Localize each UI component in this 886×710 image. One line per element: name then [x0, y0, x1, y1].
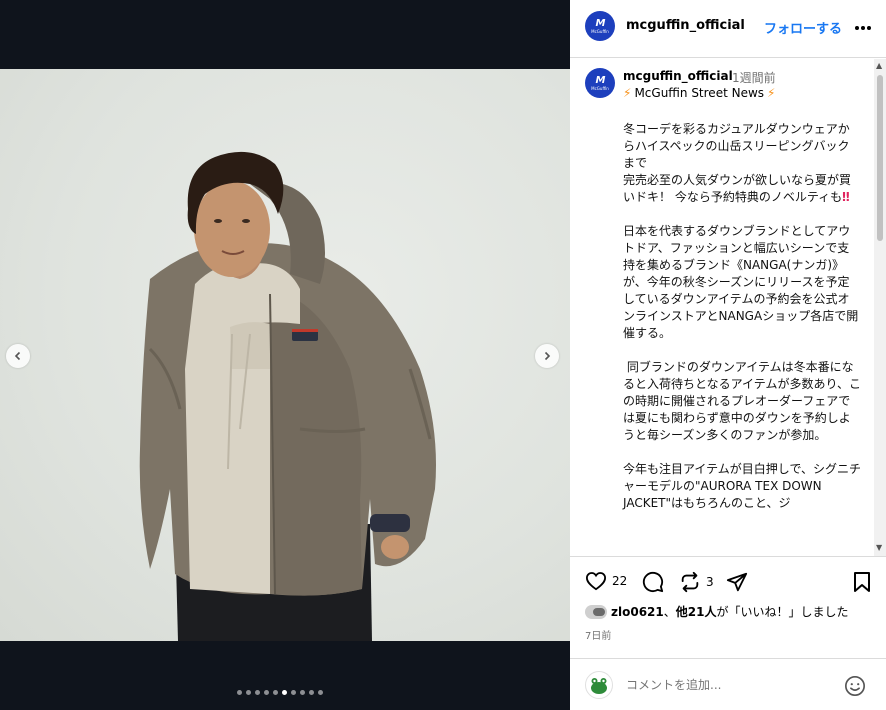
more-horizontal-icon	[855, 26, 871, 30]
carousel-dot	[255, 690, 260, 695]
scroll-up-arrow-icon[interactable]: ▲	[876, 61, 882, 70]
post-viewer: M McGuffin mcguffin_official フォローする M Mc…	[0, 0, 886, 710]
paper-plane-icon	[726, 572, 748, 592]
follow-button[interactable]: フォローする	[764, 18, 842, 37]
carousel-indicator	[237, 690, 323, 695]
lightning-icon: ⚡	[767, 86, 776, 100]
carousel-dot	[291, 690, 296, 695]
comment-composer	[570, 658, 886, 710]
like-count[interactable]: 22	[612, 574, 627, 588]
header-username-link[interactable]: mcguffin_official	[626, 18, 745, 33]
caption-paragraph-text: 冬コーデを彩るカジュアルダウンウェアからハイスペックの山岳スリーピングバックまで…	[623, 122, 852, 204]
share-button[interactable]	[726, 571, 748, 593]
post-header: M McGuffin mcguffin_official フォローする	[570, 0, 886, 58]
avatar-brand: McGuffin	[591, 85, 609, 91]
post-side-panel: M McGuffin mcguffin_official フォローする M Mc…	[570, 0, 886, 710]
next-photo-button[interactable]	[535, 344, 559, 368]
caption-username-link[interactable]: mcguffin_official	[623, 69, 733, 83]
heart-icon	[585, 572, 607, 591]
double-exclamation-icon: ‼	[842, 190, 850, 204]
caption-paragraph: 冬コーデを彩るカジュアルダウンウェアからハイスペックの山岳スリーピングバックまで…	[623, 121, 861, 206]
caption-avatar[interactable]: M McGuffin	[585, 68, 615, 98]
caption-text: 冬コーデを彩るカジュアルダウンウェアからハイスペックの山岳スリーピングバックまで…	[623, 121, 861, 529]
news-title: McGuffin Street News	[634, 86, 765, 100]
avatar-logo: M	[595, 17, 606, 29]
liker-avatar	[585, 604, 607, 619]
lightning-icon: ⚡	[623, 86, 632, 100]
likes-summary[interactable]: zlo0621、 他21人 が「いいね！」しました	[585, 603, 848, 620]
comment-input[interactable]	[626, 678, 826, 692]
emoji-button[interactable]	[844, 675, 866, 701]
carousel-dot	[318, 690, 323, 695]
carousel-dot	[282, 690, 287, 695]
caption-scroll-area[interactable]: M McGuffin mcguffin_official 1週間前 ⚡ McGu…	[570, 59, 886, 556]
caption-news-heading: ⚡ McGuffin Street News ⚡	[623, 86, 775, 100]
profile-avatar[interactable]: M McGuffin	[585, 11, 615, 41]
smiley-icon	[845, 676, 865, 696]
chevron-right-icon	[544, 351, 551, 361]
repost-icon	[681, 571, 699, 593]
post-photo[interactable]	[0, 69, 570, 641]
avatar-logo: M	[595, 74, 606, 86]
comment-button[interactable]	[642, 571, 664, 593]
avatar-brand: McGuffin	[591, 28, 609, 34]
post-date[interactable]: 7日前	[585, 627, 611, 642]
caption-timestamp[interactable]: 1週間前	[732, 69, 776, 86]
repost-count[interactable]: 3	[706, 575, 714, 589]
frog-avatar-icon	[591, 678, 607, 694]
post-actions: 22 3 zlo0621 、 他21人 が「いいね！」しました 7日前 コメント…	[570, 556, 886, 710]
bookmark-icon	[854, 572, 870, 592]
liker-others[interactable]: 他21人	[676, 603, 717, 620]
caption-paragraph: 同ブランドのダウンアイテムは冬本番になると入荷待ちとなるアイテムが多数あり、この…	[623, 360, 861, 442]
current-user-avatar	[585, 671, 613, 699]
carousel-dot	[264, 690, 269, 695]
chevron-left-icon	[14, 351, 21, 361]
likes-suffix: が「いいね！」しました	[716, 605, 849, 619]
caption-paragraph: 日本を代表するダウンブランドとしてアウトドア、ファッションと幅広いシーンで支持を…	[623, 224, 859, 340]
carousel-dot	[237, 690, 242, 695]
repost-button[interactable]: 3	[679, 571, 714, 593]
save-button[interactable]	[852, 571, 872, 593]
media-pane	[0, 0, 570, 710]
liker-username[interactable]: zlo0621	[611, 605, 664, 619]
carousel-dot	[246, 690, 251, 695]
more-options-button[interactable]	[854, 17, 872, 35]
carousel-dot	[309, 690, 314, 695]
caption-scrollbar[interactable]: ▲ ▼	[874, 59, 886, 556]
caption-paragraph: 今年も注目アイテムが目白押しで、シグニチャーモデルの"AURORA TEX DO…	[623, 462, 861, 510]
model-illustration	[139, 151, 436, 641]
previous-photo-button[interactable]	[6, 344, 30, 368]
carousel-dot	[300, 690, 305, 695]
comment-bubble-icon	[642, 571, 664, 593]
like-button[interactable]: 22	[585, 571, 627, 591]
scrollbar-thumb[interactable]	[877, 75, 883, 241]
carousel-dot	[273, 690, 278, 695]
scroll-down-arrow-icon[interactable]: ▼	[876, 543, 882, 552]
